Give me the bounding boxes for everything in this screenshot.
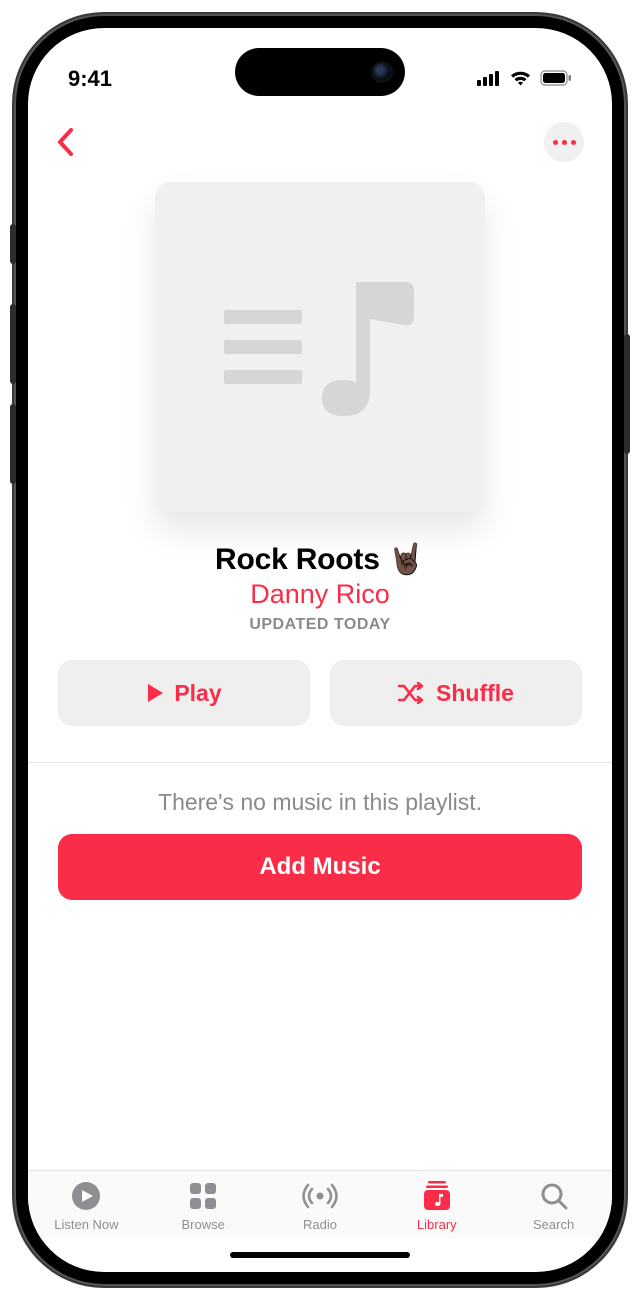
volume-up-button <box>10 304 16 384</box>
grid-icon <box>188 1179 218 1213</box>
back-button[interactable] <box>56 127 76 157</box>
play-circle-icon <box>70 1179 102 1213</box>
wifi-icon <box>509 66 532 92</box>
tab-browse[interactable]: Browse <box>145 1179 262 1232</box>
play-icon <box>146 683 164 703</box>
play-button[interactable]: Play <box>58 660 310 726</box>
music-note-icon <box>316 272 416 422</box>
home-indicator[interactable] <box>28 1238 612 1272</box>
nav-bar <box>28 104 612 162</box>
tab-bar: Listen Now Browse Radio Library Search <box>28 1170 612 1238</box>
playlist-artwork[interactable] <box>155 182 485 512</box>
status-time: 9:41 <box>68 66 112 92</box>
radio-icon <box>302 1179 338 1213</box>
dynamic-island <box>235 48 405 96</box>
tab-listen-now[interactable]: Listen Now <box>28 1179 145 1232</box>
battery-icon <box>540 66 572 92</box>
volume-down-button <box>10 404 16 484</box>
search-icon <box>539 1179 569 1213</box>
library-icon <box>421 1179 453 1213</box>
main-content: Rock Roots 🤘🏿 Danny Rico UPDATED TODAY P… <box>28 162 612 1170</box>
phone-frame: 9:41 <box>14 14 626 1286</box>
screen: 9:41 <box>28 28 612 1272</box>
empty-message: There's no music in this playlist. <box>158 789 482 816</box>
tab-search[interactable]: Search <box>495 1179 612 1232</box>
ellipsis-icon <box>553 140 558 145</box>
add-music-label: Add Music <box>259 853 380 881</box>
shuffle-button[interactable]: Shuffle <box>330 660 582 726</box>
play-label: Play <box>174 680 221 707</box>
shuffle-icon <box>398 682 426 704</box>
playlist-title: Rock Roots 🤘🏿 <box>215 542 425 577</box>
add-music-button[interactable]: Add Music <box>58 834 582 900</box>
divider <box>28 762 612 763</box>
camera-icon <box>373 63 391 81</box>
tab-radio[interactable]: Radio <box>262 1179 379 1232</box>
shuffle-label: Shuffle <box>436 680 514 707</box>
playlist-author[interactable]: Danny Rico <box>250 579 390 610</box>
cellular-icon <box>477 66 501 92</box>
playlist-lines-icon <box>224 310 302 384</box>
more-button[interactable] <box>544 122 584 162</box>
playlist-updated: UPDATED TODAY <box>249 616 390 634</box>
chevron-left-icon <box>56 127 76 157</box>
side-button <box>10 224 16 264</box>
tab-library[interactable]: Library <box>378 1179 495 1232</box>
power-button <box>624 334 630 454</box>
